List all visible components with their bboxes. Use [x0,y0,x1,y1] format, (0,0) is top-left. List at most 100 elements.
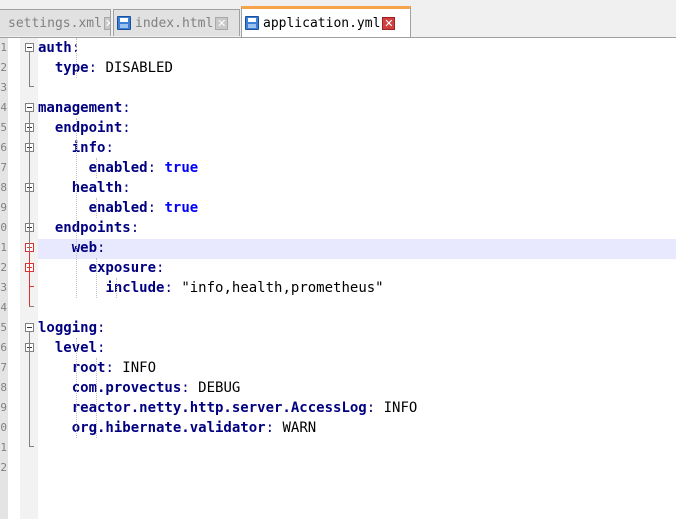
fold-end [29,286,34,287]
yaml-key: include [105,280,165,296]
indent-guide [96,198,97,218]
yaml-text [38,180,72,196]
yaml-text [38,120,55,136]
yaml-key: reactor.netty.http.server.AccessLog [71,400,367,416]
fold-end [29,306,34,307]
line-number: 3 [0,81,7,94]
tab-application-yml[interactable]: application.yml ✕ [241,6,411,37]
yaml-text: : [147,160,157,176]
yaml-key: org.hibernate.validator [71,420,266,436]
line-number: 1 [0,41,7,54]
line-number: 16 [0,341,7,354]
yaml-text: : [105,360,114,376]
yaml-text [38,60,55,76]
saved-file-icon [117,16,131,30]
yaml-text: INFO [113,360,157,376]
tab-bar: settings.xml ✕ index.html ✕ application.… [0,0,676,38]
yaml-text [38,340,55,356]
code-line: enabled: true [38,198,199,218]
line-number: 8 [0,181,7,194]
code-line: auth: [38,38,80,58]
yaml-text: : [122,100,131,116]
yaml-text: : [122,180,131,196]
line-number: 5 [0,121,7,134]
fold-line [29,52,30,86]
line-number: 12 [0,261,7,274]
code-line: logging: [38,318,105,338]
code-line: com.provectus: DEBUG [38,378,241,398]
yaml-text: : [97,340,106,356]
code-line: enabled: true [38,158,199,178]
current-line-highlight [38,239,676,259]
yaml-text [38,200,89,216]
line-number: 17 [0,361,7,374]
tab-label: index.html [135,15,214,31]
yaml-text [38,360,72,376]
yaml-key: endpoints [54,220,131,236]
yaml-text: : [97,240,106,256]
yaml-text: : [130,220,140,236]
yaml-text: DISABLED [97,60,173,76]
line-number: 10 [0,221,7,234]
line-number: 19 [0,401,7,414]
yaml-key: exposure [88,260,157,276]
fold-end [29,446,34,447]
line-number: 7 [0,161,7,174]
yaml-text [38,380,72,396]
yaml-text [38,420,72,436]
fold-line [29,252,30,306]
code-line: root: INFO [38,358,156,378]
indent-guide [96,158,97,178]
code-line: endpoint: [38,118,131,138]
saved-file-icon [245,16,259,30]
line-number: 14 [0,301,7,314]
yaml-text [38,160,89,176]
indent-guide [116,278,117,298]
yaml-key: type [54,60,89,76]
yaml-text [38,240,72,256]
close-tab-icon[interactable]: ✕ [215,16,229,30]
fold-end [29,86,34,87]
code-line: management: [38,98,131,118]
code-line: type: DISABLED [38,58,173,78]
tab-settings-xml[interactable]: settings.xml ✕ [0,9,111,36]
line-number: 18 [0,381,7,394]
tab-label: application.yml [263,15,381,31]
code-line: reactor.netty.http.server.AccessLog: INF… [38,398,418,418]
yaml-key: management [38,100,123,116]
fold-minus-icon[interactable] [25,43,34,52]
yaml-key: auth [38,40,72,56]
yaml-text: : [97,320,106,336]
yaml-text [38,260,89,276]
yaml-text [38,400,72,416]
indent-guide [76,338,77,438]
yaml-text: : [105,140,114,156]
line-number: 21 [0,441,7,454]
fold-minus-icon[interactable] [25,323,34,332]
line-number: 20 [0,421,7,434]
yaml-key: logging [38,320,98,336]
close-tab-icon[interactable]: ✕ [382,16,396,30]
margin [8,38,20,519]
indent-guide [76,118,77,298]
line-number: 15 [0,321,7,334]
yaml-text [38,220,55,236]
yaml-text: : [147,200,157,216]
line-number: 9 [0,201,7,214]
yaml-text: : [164,280,173,296]
yaml-text: : [122,120,131,136]
yaml-key: enabled [88,160,148,176]
code-line: exposure: [38,258,165,278]
fold-minus-icon[interactable] [25,103,34,112]
line-number: 6 [0,141,7,154]
code-line: level: [38,338,106,358]
tab-index-html[interactable]: index.html ✕ [113,9,240,36]
yaml-boolean: true [164,200,199,216]
line-number: 2 [0,61,7,74]
code-line: web: [38,238,106,258]
fold-line [29,332,30,446]
yaml-key: endpoint [54,120,123,136]
close-tab-icon[interactable]: ✕ [103,16,110,30]
code-line: endpoints: [38,218,139,238]
yaml-key: health [71,180,123,196]
